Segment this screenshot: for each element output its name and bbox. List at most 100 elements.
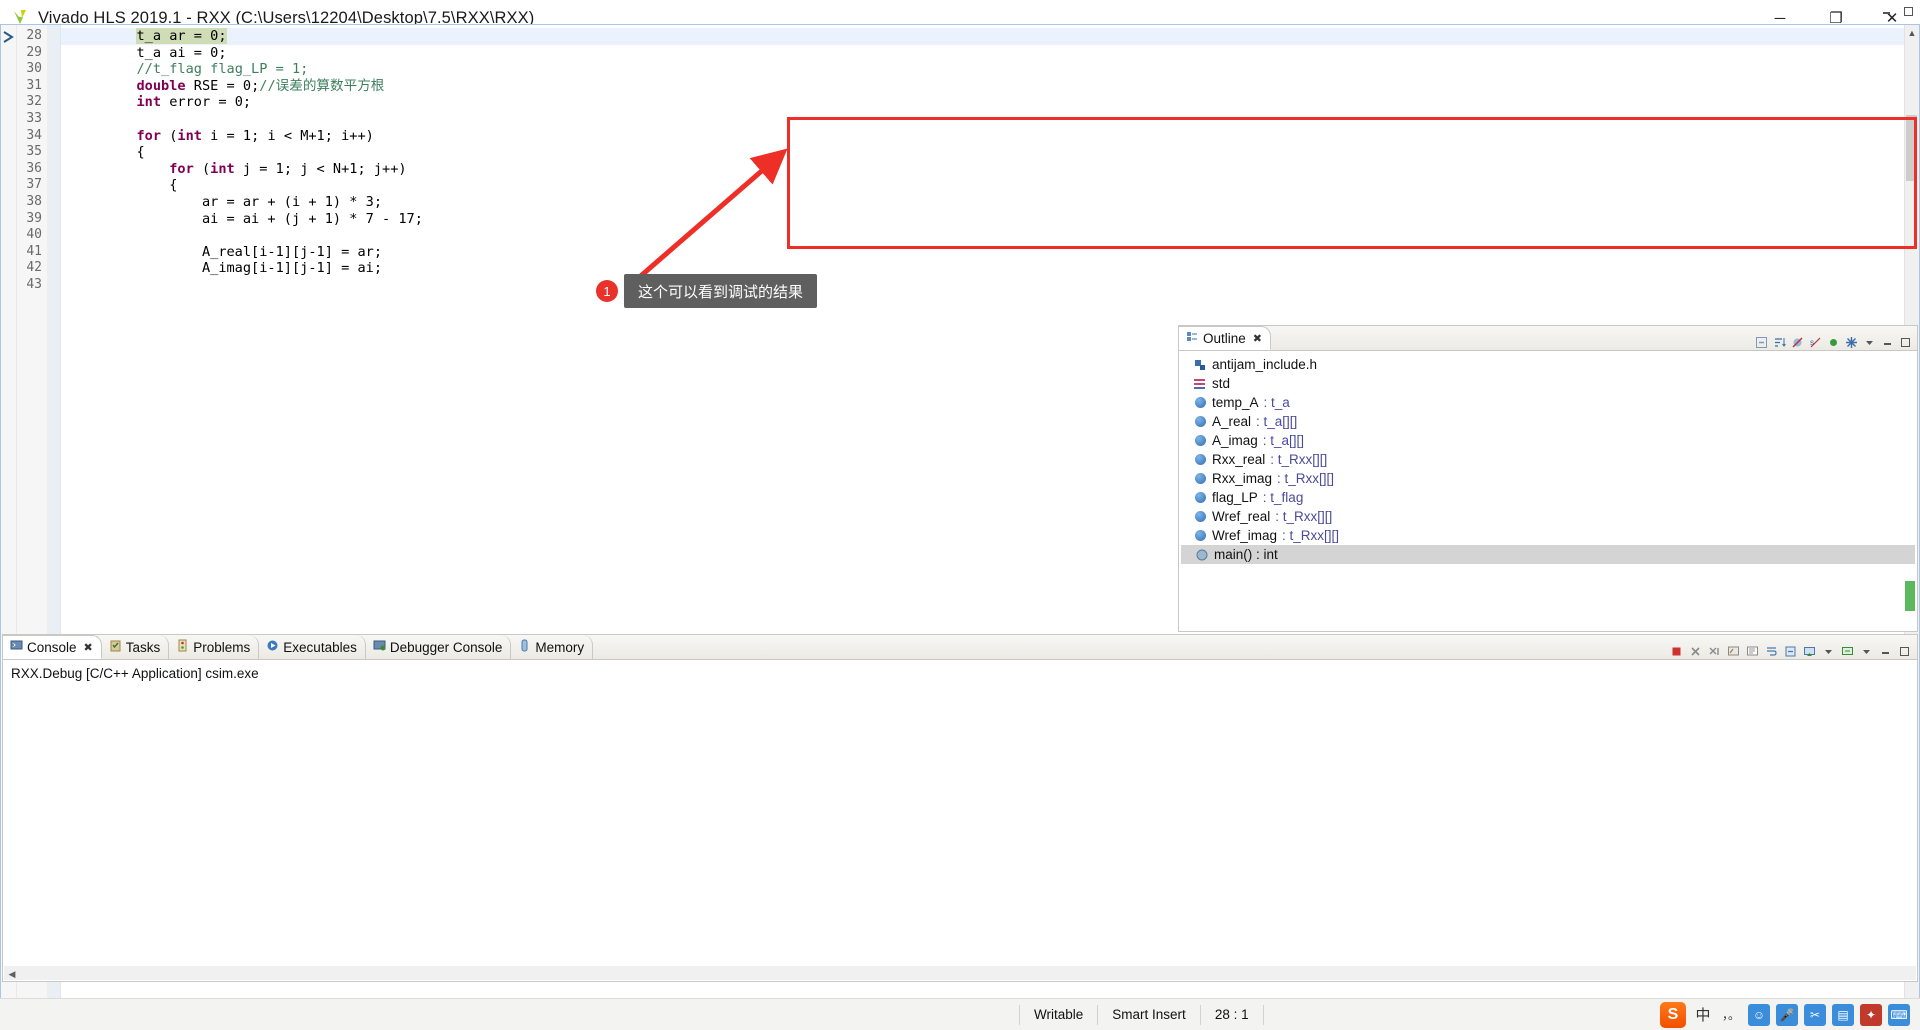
scroll-up-icon[interactable]: ▲ (1908, 25, 1917, 41)
code-line[interactable]: int error = 0; (61, 94, 1904, 111)
code-line[interactable]: //t_flag flag_LP = 1; (61, 61, 1904, 78)
voice-input-icon[interactable]: 🎤 (1776, 1003, 1798, 1026)
code-line[interactable] (61, 227, 1904, 244)
hide-fields-icon[interactable] (1789, 334, 1805, 350)
outline-item[interactable]: Rxx_imag : t_Rxx[][] (1179, 469, 1917, 488)
remove-launch-icon[interactable] (1687, 643, 1703, 659)
code-segment: error = 0; (161, 94, 252, 111)
code-line[interactable] (61, 111, 1904, 128)
tab-executables-label: Executables (283, 639, 357, 655)
keyboard-icon[interactable]: ⌨ (1888, 1003, 1910, 1026)
code-segment: double (136, 77, 186, 94)
toolbox-icon[interactable]: ▤ (1832, 1003, 1854, 1026)
tab-tasks[interactable]: Tasks (102, 635, 170, 659)
memory-icon (518, 639, 531, 655)
code-line[interactable] (61, 277, 1904, 294)
outline-item[interactable]: Wref_real : t_Rxx[][] (1179, 507, 1917, 526)
code-segment: //t_flag flag_LP = 1; (136, 61, 309, 78)
clear-console-icon[interactable] (1725, 643, 1741, 659)
tab-memory[interactable]: Memory (511, 635, 594, 659)
outline-item[interactable]: Wref_imag : t_Rxx[][] (1179, 526, 1917, 545)
outline-item-name: flag_LP (1212, 490, 1258, 505)
code-line[interactable]: A_imag[i-1][j-1] = ai; (61, 260, 1904, 277)
code-line[interactable]: double RSE = 0;//误差的算数平方根 (61, 78, 1904, 95)
word-wrap-icon[interactable] (1763, 643, 1779, 659)
tab-outline[interactable]: Outline ✖ (1179, 326, 1271, 350)
code-segment: i = 1; i < M+1; i++) (201, 127, 374, 144)
outline-item[interactable]: antijam_include.h (1179, 355, 1917, 374)
outline-item[interactable]: A_real : t_a[][] (1179, 412, 1917, 431)
scroll-lock-icon[interactable] (1744, 643, 1760, 659)
method-icon (1195, 548, 1209, 562)
sogou-ime-icon[interactable]: S (1660, 1001, 1686, 1028)
outline-list[interactable]: antijam_include.hstd temp_A : t_a A_real :… (1179, 351, 1917, 564)
filter-icon[interactable] (1843, 334, 1859, 350)
console-icon (10, 639, 23, 655)
code-line[interactable]: { (61, 177, 1904, 194)
outline-item[interactable]: flag_LP : t_flag (1179, 488, 1917, 507)
code-line[interactable]: for (int i = 1; i < M+1; i++) (61, 128, 1904, 145)
outline-item[interactable]: std (1179, 374, 1917, 393)
code-segment: ( (161, 127, 178, 144)
include-icon (1193, 358, 1207, 372)
chinese-mode-icon[interactable]: 中 (1692, 1004, 1714, 1026)
outline-view-tabs: Outline ✖ s (1179, 326, 1917, 351)
code-line[interactable]: ai = ai + (j + 1) * 7 - 17; (61, 211, 1904, 228)
tab-debugger-console[interactable]: Debugger Console (366, 635, 512, 659)
terminate-icon[interactable] (1668, 643, 1684, 659)
outline-item[interactable]: temp_A : t_a (1179, 393, 1917, 412)
outline-item-type: : t_flag (1262, 490, 1304, 505)
display-selected-console-icon[interactable] (1801, 643, 1817, 659)
close-icon[interactable]: ✖ (1253, 332, 1262, 345)
view-menu-icon[interactable] (1861, 334, 1877, 350)
collapse-all-icon[interactable] (1753, 334, 1769, 350)
minimize-icon[interactable] (1878, 3, 1894, 19)
maximize-icon[interactable] (1897, 334, 1913, 350)
console-output[interactable]: RXX.Debug [C/C++ Application] csim.exe (3, 660, 1917, 687)
chevron-down-icon[interactable] (1820, 643, 1836, 659)
application-window: Vivado HLS 2019.1 - RXX (C:\Users\12204\… (0, 0, 1920, 1030)
outline-item[interactable]: Rxx_real : t_Rxx[][] (1179, 450, 1917, 469)
scroll-left-icon[interactable]: ◀ (4, 969, 20, 980)
namespace-icon (1193, 377, 1207, 391)
outline-item-type: : t_Rxx[][] (1275, 509, 1333, 524)
hide-nonpublic-icon[interactable] (1825, 334, 1841, 350)
emoji-icon[interactable]: ☺ (1748, 1003, 1770, 1026)
pin-console-icon[interactable] (1782, 643, 1798, 659)
remove-all-icon[interactable] (1706, 643, 1722, 659)
minimize-icon[interactable] (1879, 334, 1895, 350)
tab-console[interactable]: Console ✖ (3, 635, 102, 659)
hide-static-icon[interactable]: s (1807, 334, 1823, 350)
maximize-icon[interactable] (1896, 643, 1912, 659)
code-segment: A_real[i-1][j-1] = ar; (71, 243, 382, 260)
scroll-thumb[interactable] (1906, 115, 1917, 181)
outline-item-type: : t_a (1263, 395, 1290, 410)
skin-icon[interactable]: ✦ (1860, 1003, 1882, 1026)
code-line[interactable]: ar = ar + (i + 1) * 3; (61, 194, 1904, 211)
minimize-icon[interactable] (1877, 643, 1893, 659)
console-horizontal-scrollbar[interactable]: ◀ (4, 966, 1916, 980)
tab-problems[interactable]: Problems (169, 635, 260, 659)
code-line[interactable]: { (61, 144, 1904, 161)
punctuation-icon[interactable]: ，。 (1720, 1004, 1742, 1026)
code-line[interactable]: A_real[i-1][j-1] = ar; (61, 244, 1904, 261)
tab-executables[interactable]: Executables (259, 635, 366, 659)
open-console-icon[interactable] (1839, 643, 1855, 659)
tab-memory-label: Memory (535, 639, 585, 655)
sort-icon[interactable] (1771, 334, 1787, 350)
screenshot-icon[interactable]: ✂ (1804, 1003, 1826, 1026)
chevron-down-icon[interactable] (1858, 643, 1874, 659)
outline-item[interactable]: A_imag : t_a[][] (1179, 431, 1917, 450)
status-writable: Writable (1020, 1004, 1099, 1025)
close-icon[interactable]: ✖ (84, 641, 93, 654)
maximize-icon[interactable] (1900, 3, 1916, 19)
code-line[interactable]: t_a ai = 0; (61, 45, 1904, 62)
code-line[interactable]: t_a ar = 0; (61, 28, 1904, 45)
line-number: 40 (26, 227, 42, 243)
code-segment: A_imag[i-1][j-1] = ai; (71, 260, 382, 277)
code-line[interactable]: for (int j = 1; j < N+1; j++) (61, 161, 1904, 178)
outline-item-name: antijam_include.h (1212, 357, 1318, 372)
outline-item-name: main() : int (1214, 547, 1278, 562)
outline-item[interactable]: main() : int (1181, 545, 1915, 564)
